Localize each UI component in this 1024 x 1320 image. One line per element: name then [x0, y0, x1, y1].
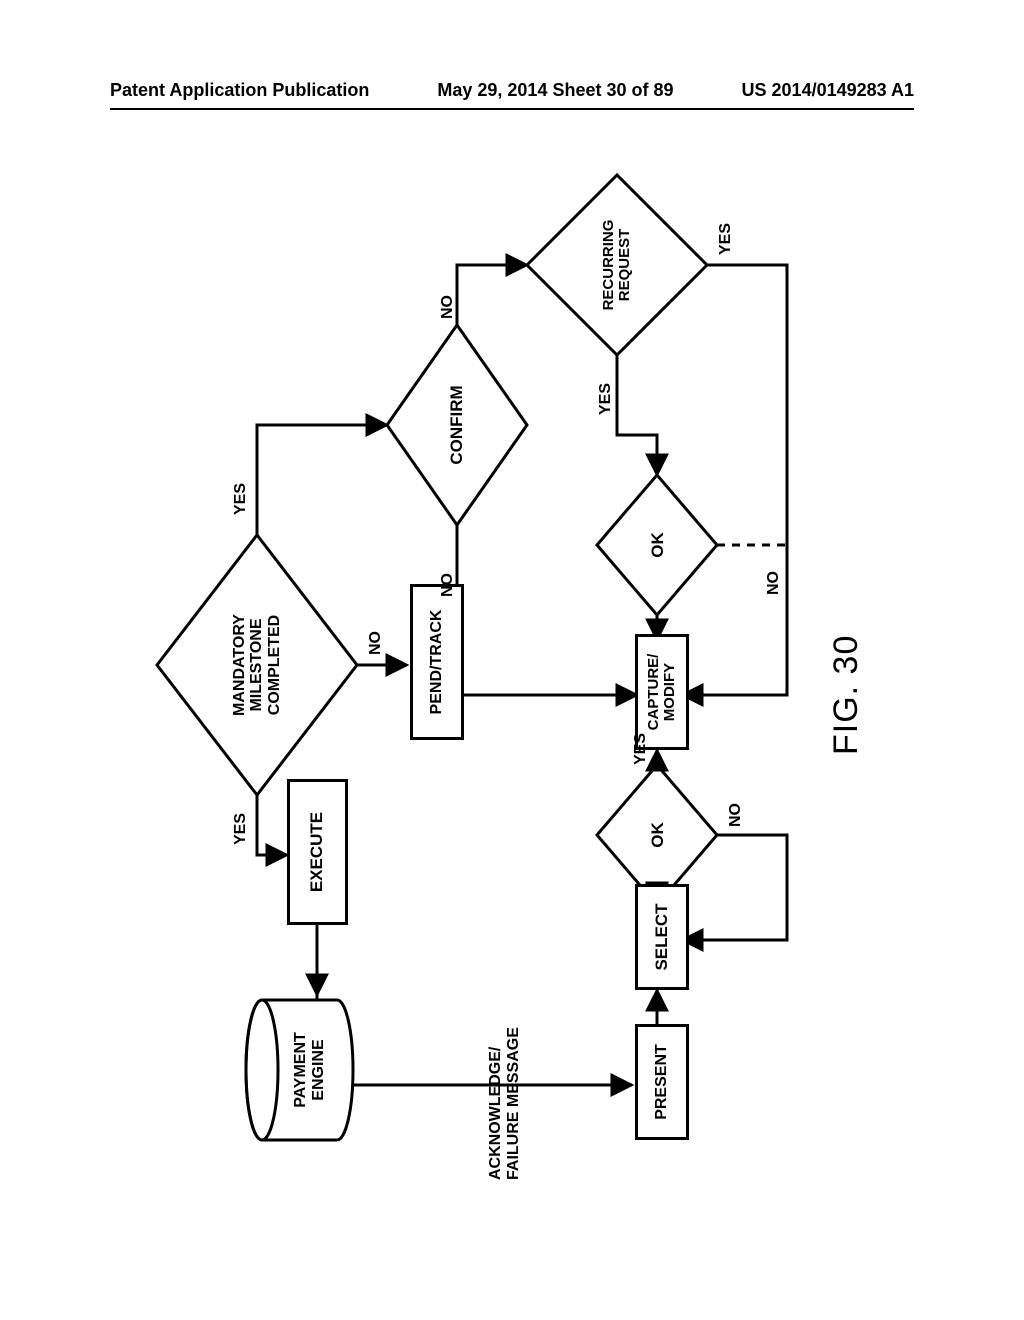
label-no-confirm-right: NO [439, 295, 457, 319]
label-yes-recurring-left: YES [597, 383, 615, 415]
page-header: Patent Application Publication May 29, 2… [110, 80, 914, 101]
header-rule [110, 108, 914, 110]
label-ack-failure: ACKNOWLEDGE/FAILURE MESSAGE [487, 1000, 524, 1180]
header-right: US 2014/0149283 A1 [742, 80, 914, 101]
label-no-milestone: NO [367, 631, 385, 655]
header-left: Patent Application Publication [110, 80, 369, 101]
node-execute: EXECUTE [287, 779, 348, 925]
label-yes-right: YES [232, 483, 250, 515]
label-no-confirm: NO [439, 573, 457, 597]
node-present: PRESENT [635, 1024, 689, 1140]
label-yes-recurring-down: YES [717, 223, 735, 255]
figure-wrapper: MANDATORYMILESTONECOMPLETED CONFIRM RECU… [127, 165, 897, 1195]
node-select: SELECT [635, 884, 689, 990]
label-yes-ok-left: YES [632, 733, 650, 765]
figure-caption: FIG. 30 [827, 635, 866, 755]
node-pend-track: PEND/TRACK [410, 584, 464, 740]
header-center: May 29, 2014 Sheet 30 of 89 [437, 80, 673, 101]
label-no-ok-right: NO [765, 571, 783, 595]
label-no-ok-left: NO [727, 803, 745, 827]
label-yes-left: YES [232, 813, 250, 845]
flowchart: MANDATORYMILESTONECOMPLETED CONFIRM RECU… [127, 165, 897, 1195]
